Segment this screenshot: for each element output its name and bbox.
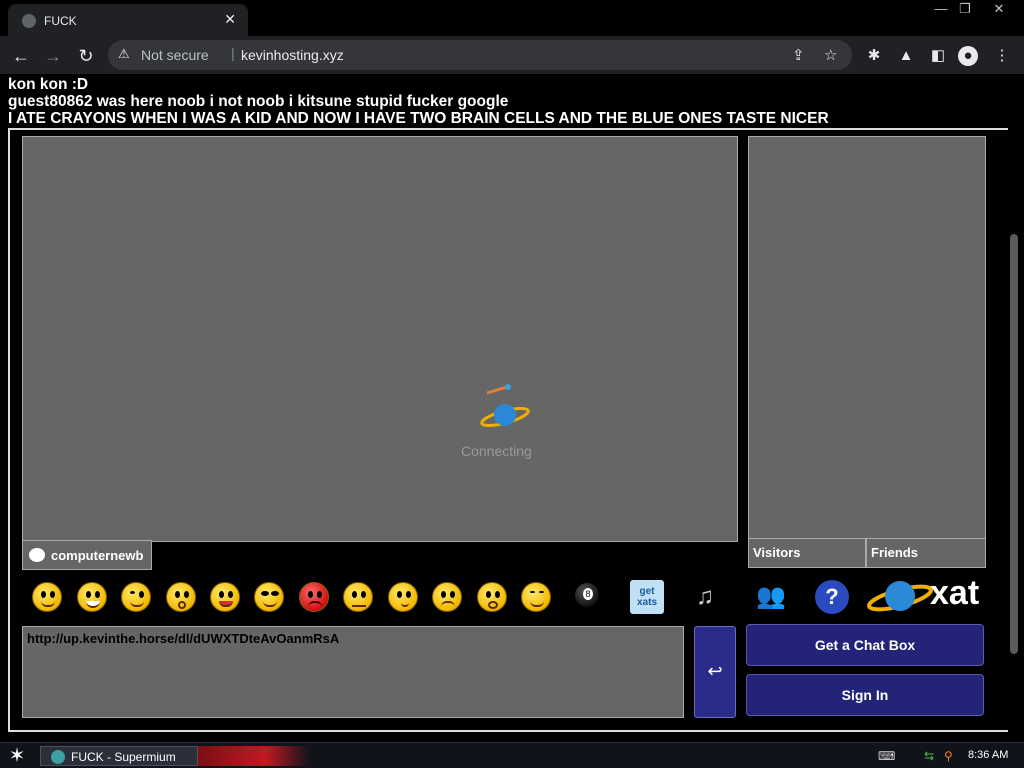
tab-favicon-icon [22,14,36,28]
sign-in-button[interactable]: Sign In [746,674,984,716]
scrollbar-thumb[interactable] [1010,234,1018,654]
xat-loading-planet-icon [480,384,530,427]
network-icon[interactable]: ⇆ [924,749,934,763]
taskbar-item-supermium[interactable]: FUCK - Supermium [40,746,198,766]
url-text[interactable]: kevinhosting.xyz [241,47,344,63]
reload-icon[interactable]: ↻ [75,45,97,67]
get-xats-icon[interactable]: get xats [630,580,664,614]
get-xats-label: get xats [636,586,657,608]
url-separator: | [231,45,235,61]
warning-icon[interactable]: ⚠ [118,46,130,62]
thinking-icon[interactable] [388,582,418,612]
confused-icon[interactable] [343,582,373,612]
user-tab-name: computernewb [51,548,144,563]
connecting-status: Connecting [461,443,532,459]
crying-icon[interactable] [477,582,507,612]
tab-friends[interactable]: Friends [866,538,986,568]
profile-avatar-icon[interactable]: ● [958,46,978,66]
eight-ball-icon[interactable]: 8 [574,582,600,608]
message-line-1: kon kon :D [8,76,89,93]
xat-logo-text: xat [930,574,980,612]
user-list-panel [748,136,986,540]
close-window-button[interactable]: ✕ [984,0,1014,18]
grin-icon[interactable] [77,582,107,612]
eight-ball-label: 8 [583,588,593,600]
bookmark-star-icon[interactable]: ☆ [824,46,837,64]
address-bar[interactable]: ⚠ Not secure | kevinhosting.xyz ⇪ ☆ [108,40,852,70]
title-bar: FUCK ✕ — ❐ ✕ [0,0,1024,36]
message-line-2: guest80862 was here noob i not noob i ki… [8,93,509,110]
tongue-icon[interactable] [210,582,240,612]
angry-icon[interactable] [299,582,329,612]
menu-kebab-icon[interactable]: ⋮ [992,46,1012,66]
help-icon[interactable]: ? [815,580,849,614]
browser-toolbar: ← → ↻ ⚠ Not secure | kevinhosting.xyz ⇪ … [0,36,1024,74]
users-group-icon[interactable]: 👥 [754,580,788,614]
smile-icon[interactable] [32,582,62,612]
user-tab[interactable]: computernewb [22,540,152,570]
share-icon[interactable]: ⇪ [792,46,805,64]
extensions-icon[interactable]: ✱ [864,46,884,66]
chat-message-panel: Connecting [22,136,738,542]
surprised-icon[interactable] [166,582,196,612]
taskbar: ✶ FUCK - Supermium ⌨ ⇆ ⚲ 8:36 AM [0,742,1024,768]
xat-chat-box: Connecting Visitors Friends computernewb [8,128,1008,732]
back-icon[interactable]: ← [10,45,32,67]
taskbar-item-label: FUCK - Supermium [71,750,176,764]
message-input[interactable]: http://up.kevinthe.horse/dl/dUWXTDteAvOa… [22,626,684,718]
send-button[interactable]: ↩ [694,626,736,718]
keyboard-icon[interactable]: ⌨ [878,749,895,763]
tab-close-icon[interactable]: ✕ [224,11,236,28]
search-icon[interactable]: ⚲ [944,749,953,763]
speech-bubble-icon [29,548,45,562]
page-content: kon kon :D guest80862 was here noob i no… [0,74,1024,742]
message-line-3: I ATE CRAYONS WHEN I WAS A KID AND NOW I… [8,110,829,127]
browser-tab[interactable]: FUCK ✕ [8,4,248,36]
wink-icon[interactable] [121,582,151,612]
tab-title: FUCK [44,14,77,28]
side-panel-icon[interactable]: ◧ [928,46,948,66]
start-button[interactable]: ✶ [6,745,28,767]
supermium-icon [51,750,65,764]
security-label[interactable]: Not secure [141,47,209,63]
xat-logo[interactable]: xat [866,574,986,616]
get-chat-box-button[interactable]: Get a Chat Box [746,624,984,666]
page-scrollbar[interactable] [1008,74,1020,742]
sound-muted-icon[interactable]: ♫ [688,580,722,614]
forward-icon[interactable]: → [42,45,64,67]
tab-visitors[interactable]: Visitors [748,538,866,568]
labs-icon[interactable]: ▲ [896,46,916,66]
taskbar-decoration [198,746,310,766]
sad-icon[interactable] [432,582,462,612]
restore-button[interactable]: ❐ [950,0,980,18]
cool-sunglasses-icon[interactable] [254,582,284,612]
clock[interactable]: 8:36 AM [968,749,1008,761]
sleepy-icon[interactable] [521,582,551,612]
